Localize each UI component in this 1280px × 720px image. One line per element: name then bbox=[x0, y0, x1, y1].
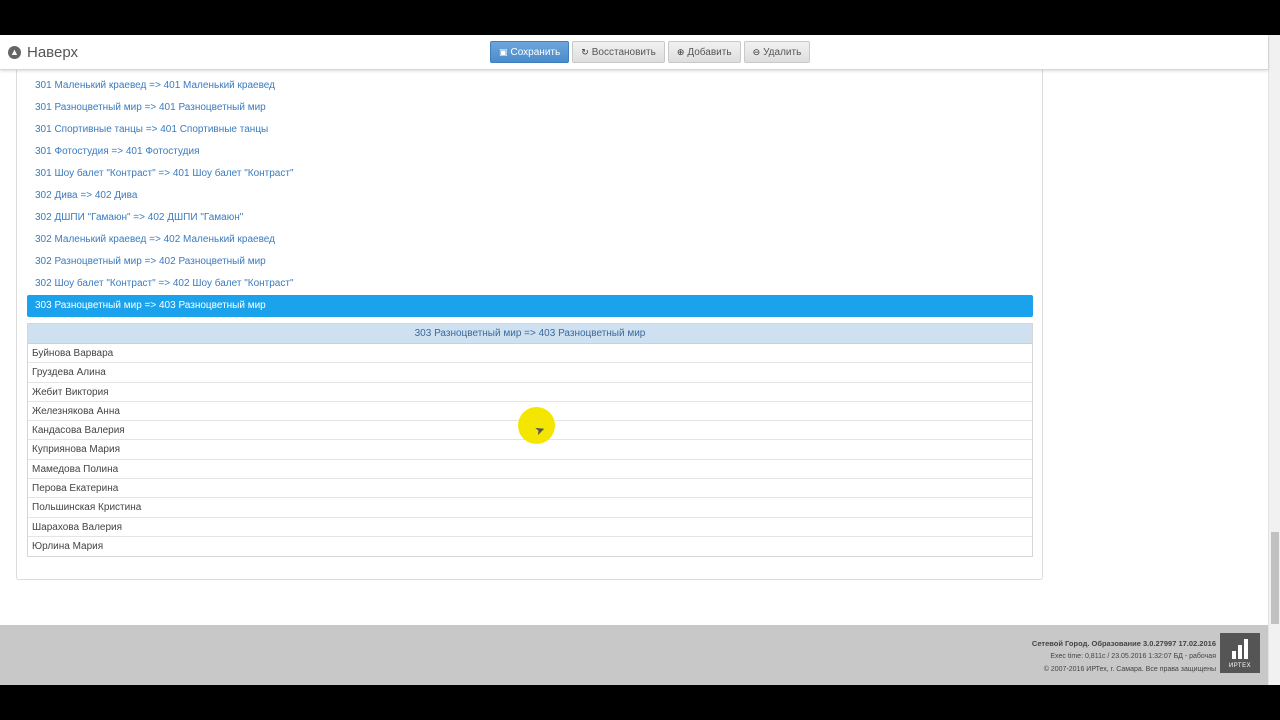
copyright: © 2007-2016 ИРТех, г. Самара. Все права … bbox=[1043, 666, 1216, 673]
page-scrollbar[interactable] bbox=[1268, 35, 1280, 685]
back-to-top-link[interactable]: ▲ Наверх bbox=[8, 44, 78, 61]
app-viewport: ▲ Наверх ▣ Сохранить ↻ Восстановить ⊕ До… bbox=[0, 35, 1280, 685]
product-version: Сетевой Город. Образование 3.0.27997 17.… bbox=[1031, 639, 1216, 648]
group-item[interactable]: 302 Разноцветный мир => 402 Разноцветный… bbox=[27, 251, 1033, 273]
minus-circle-icon: ⊖ bbox=[752, 46, 761, 57]
group-list: 301 Маленький краевед => 401 Маленький к… bbox=[27, 75, 1033, 317]
table-row[interactable]: Буйнова Варвара bbox=[28, 344, 1032, 364]
scrollbar-thumb[interactable] bbox=[1271, 532, 1279, 624]
main-panel: 301 Маленький краевед => 401 Маленький к… bbox=[16, 55, 1043, 580]
group-item[interactable]: 301 Шоу балет "Контраст" => 401 Шоу бале… bbox=[27, 163, 1033, 185]
plus-circle-icon: ⊕ bbox=[676, 46, 685, 57]
group-item[interactable]: 301 Спортивные танцы => 401 Спортивные т… bbox=[27, 119, 1033, 141]
table-row[interactable]: Шарахова Валерия bbox=[28, 518, 1032, 537]
table-row[interactable]: Куприянова Мария bbox=[28, 440, 1032, 460]
back-to-top-label: Наверх bbox=[27, 44, 78, 61]
table-row[interactable]: Мамедова Полина bbox=[28, 460, 1032, 480]
refresh-icon: ↻ bbox=[581, 46, 589, 57]
add-button[interactable]: ⊕ Добавить bbox=[667, 41, 741, 63]
group-item[interactable]: 301 Разноцветный мир => 401 Разноцветный… bbox=[27, 97, 1033, 119]
irtech-logo: ИРТЕХ bbox=[1220, 633, 1260, 673]
save-button-label: Сохранить bbox=[510, 46, 561, 58]
exec-time: Exec time: 0,811с / 23.05.2016 1:32:07 Б… bbox=[1050, 653, 1216, 660]
floppy-icon: ▣ bbox=[499, 46, 508, 57]
add-button-label: Добавить bbox=[687, 46, 732, 58]
logo-text: ИРТЕХ bbox=[1228, 663, 1252, 669]
table-row[interactable]: Перова Екатерина bbox=[28, 479, 1032, 499]
table-row[interactable]: Жебит Виктория bbox=[28, 383, 1032, 402]
table-row[interactable]: Груздева Алина bbox=[28, 363, 1032, 383]
table-row[interactable]: Юрлина Мария bbox=[28, 537, 1032, 556]
restore-button[interactable]: ↻ Восстановить bbox=[572, 41, 665, 63]
group-item[interactable]: 302 Дива => 402 Дива bbox=[27, 185, 1033, 207]
delete-button[interactable]: ⊖ Удалить bbox=[743, 41, 811, 63]
members-table-header: 303 Разноцветный мир => 403 Разноцветный… bbox=[28, 324, 1032, 344]
group-item[interactable]: 302 Шоу балет "Контраст" => 402 Шоу бале… bbox=[27, 273, 1033, 295]
page-footer: Сетевой Город. Образование 3.0.27997 17.… bbox=[0, 625, 1268, 685]
restore-button-label: Восстановить bbox=[591, 46, 656, 58]
group-item[interactable]: 302 ДШПИ "Гамаюн" => 402 ДШПИ "Гамаюн" bbox=[27, 207, 1033, 229]
logo-bars-icon bbox=[1232, 639, 1248, 659]
group-item[interactable]: 301 Маленький краевед => 401 Маленький к… bbox=[27, 75, 1033, 97]
group-item[interactable]: 301 Фотостудия => 401 Фотостудия bbox=[27, 141, 1033, 163]
arrow-up-circle-icon: ▲ bbox=[8, 46, 21, 59]
action-buttons: ▣ Сохранить ↻ Восстановить ⊕ Добавить ⊖ … bbox=[490, 41, 811, 63]
group-item-selected[interactable]: 303 Разноцветный мир => 403 Разноцветный… bbox=[27, 295, 1033, 317]
group-item[interactable]: 302 Маленький краевед => 402 Маленький к… bbox=[27, 229, 1033, 251]
save-button[interactable]: ▣ Сохранить bbox=[490, 41, 570, 63]
table-row[interactable]: Польшинская Кристина bbox=[28, 498, 1032, 518]
top-toolbar: ▲ Наверх ▣ Сохранить ↻ Восстановить ⊕ До… bbox=[0, 35, 1268, 70]
footer-info: Сетевой Город. Образование 3.0.27997 17.… bbox=[1032, 637, 1216, 676]
delete-button-label: Удалить bbox=[763, 46, 802, 58]
